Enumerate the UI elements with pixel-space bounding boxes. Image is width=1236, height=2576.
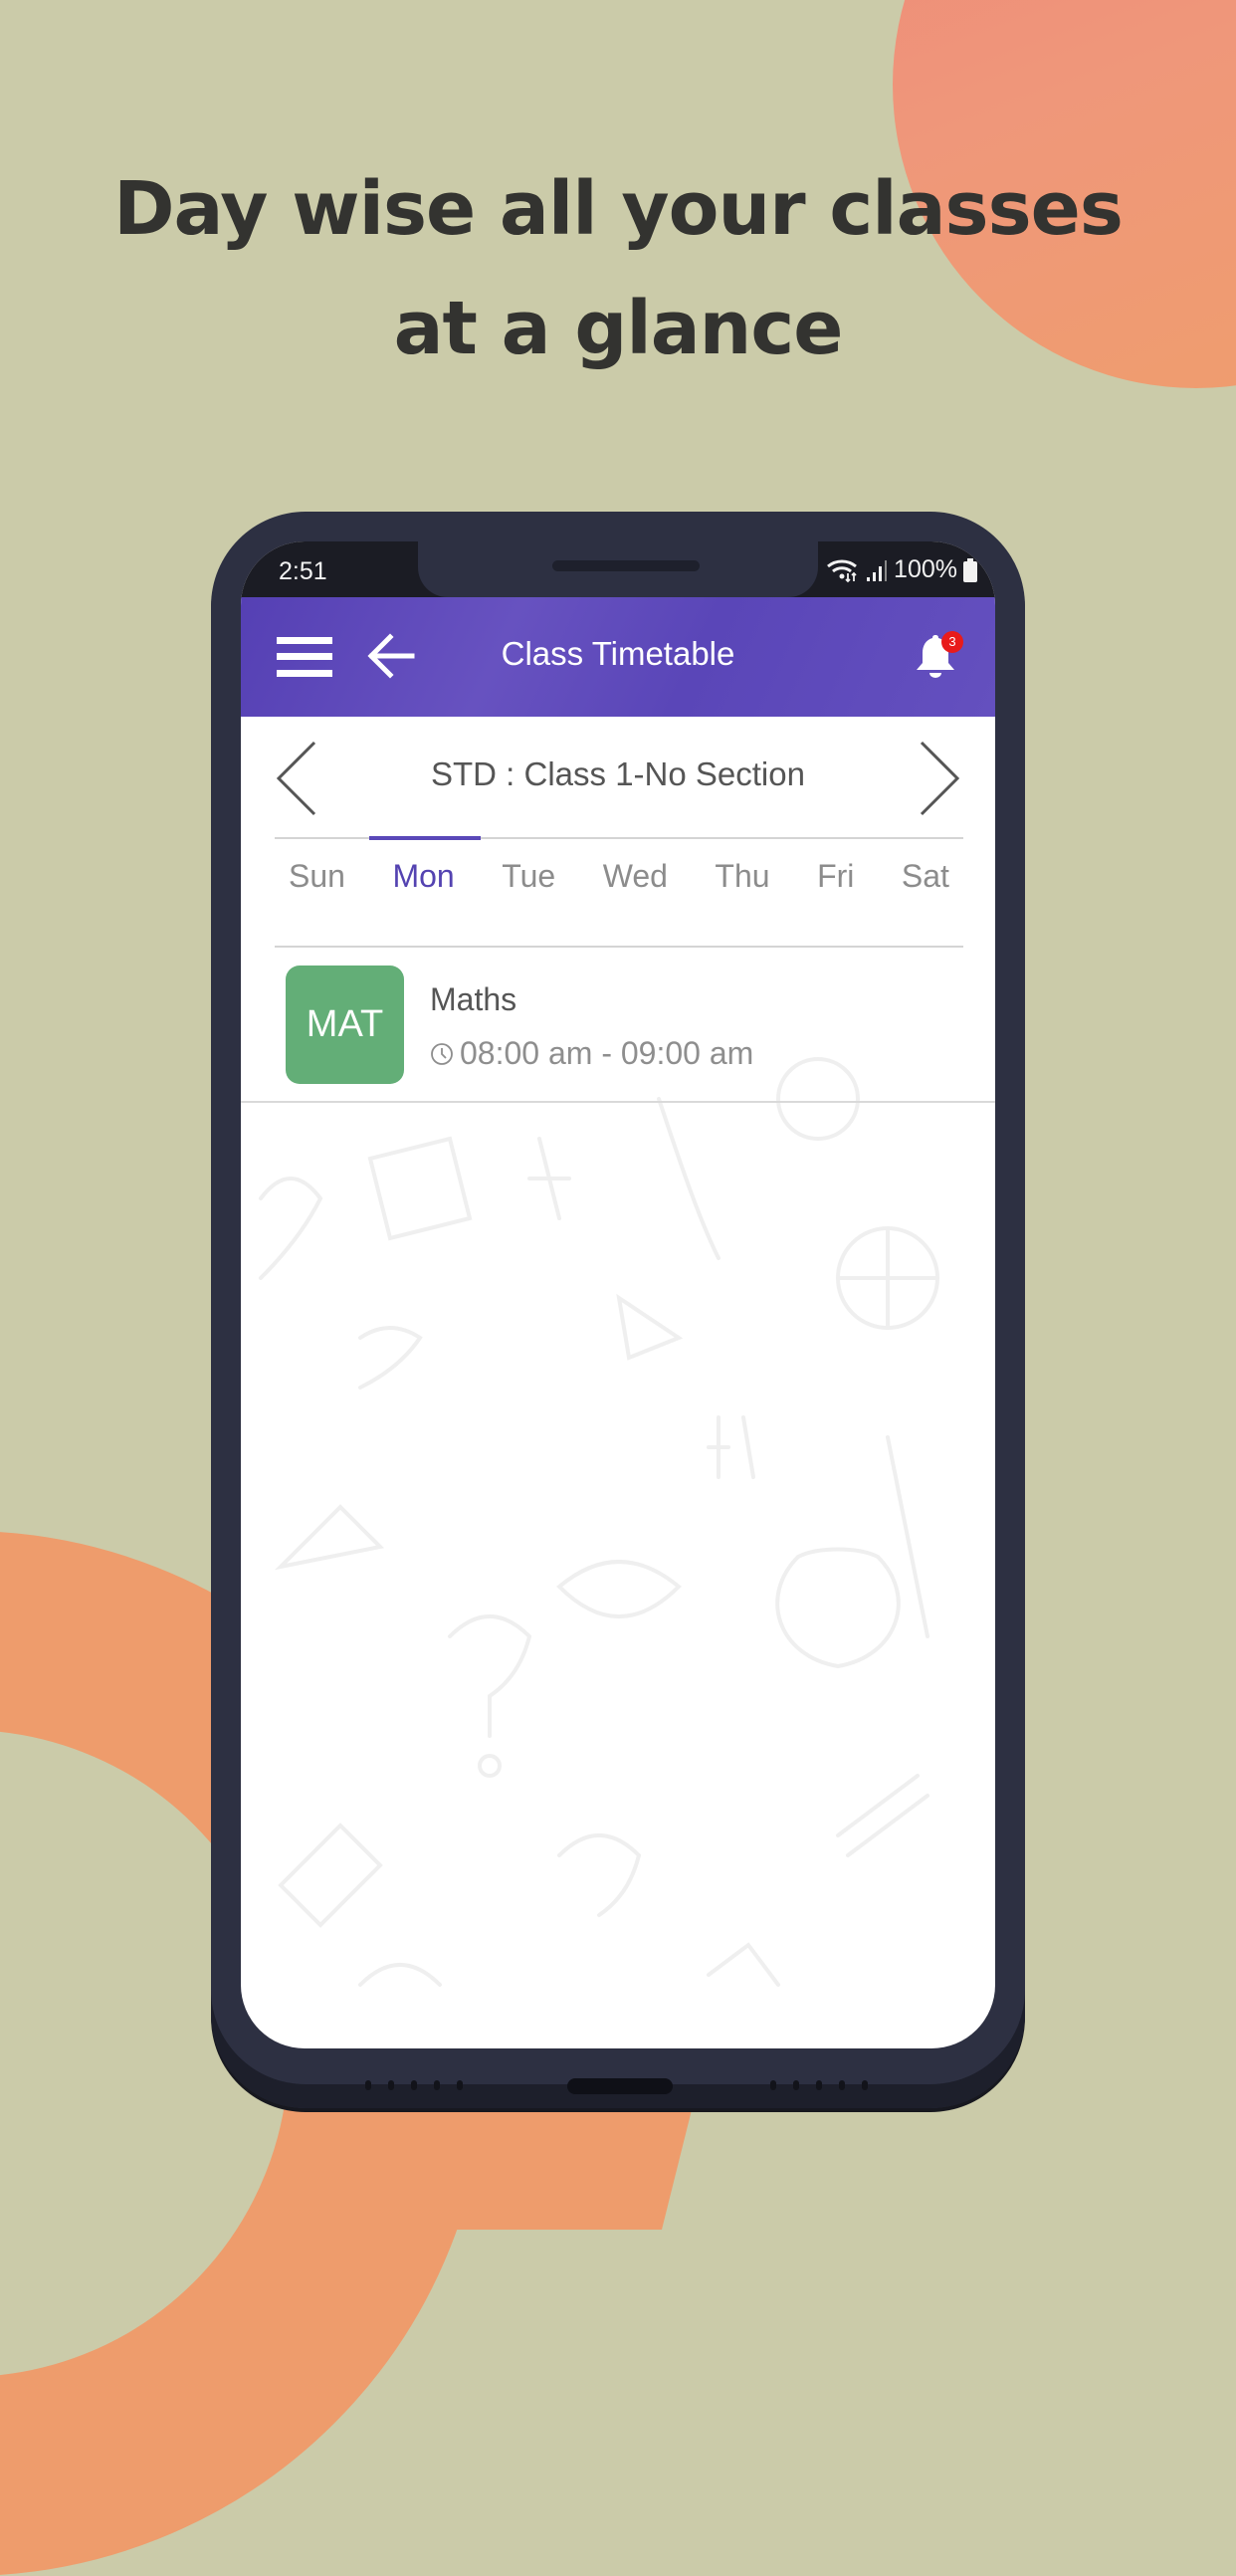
speaker-hole bbox=[434, 2080, 440, 2090]
tab-sun[interactable]: Sun bbox=[289, 858, 345, 918]
timetable-entry[interactable]: MAT Maths 08:00 am - 09:00 am bbox=[241, 948, 995, 1101]
page-title: Class Timetable bbox=[501, 635, 735, 672]
tab-wed[interactable]: Wed bbox=[603, 858, 668, 918]
day-tabs: Sun Mon Tue Wed Thu Fri Sat bbox=[275, 858, 963, 918]
promo-headline: Day wise all your classes at a glance bbox=[0, 149, 1236, 388]
next-class-button[interactable] bbox=[918, 741, 961, 816]
tab-tue[interactable]: Tue bbox=[502, 858, 555, 918]
battery-icon bbox=[963, 557, 977, 582]
phone-frame: 2:51 100% Class Timetable 3 STD: Class … bbox=[211, 512, 1025, 2108]
phone-bottom-grille bbox=[211, 2078, 1025, 2094]
clock-icon bbox=[431, 1042, 453, 1065]
speaker-hole bbox=[411, 2080, 417, 2090]
tab-thu[interactable]: Thu bbox=[715, 858, 769, 918]
notification-count-badge: 3 bbox=[941, 631, 963, 653]
speaker-hole bbox=[862, 2080, 868, 2090]
headline-line-2: at a glance bbox=[393, 286, 844, 371]
status-icons: 100% bbox=[826, 555, 977, 584]
entry-divider bbox=[241, 1101, 995, 1103]
class-section-label: STD : Class 1-No Section bbox=[431, 755, 805, 792]
chevron-right-icon bbox=[920, 741, 960, 816]
subject-name: Maths bbox=[430, 981, 517, 1017]
class-selector: STD : Class 1-No Section bbox=[241, 717, 995, 836]
signal-icon bbox=[867, 559, 888, 581]
app-bar: Class Timetable 3 bbox=[241, 597, 995, 717]
speaker-hole bbox=[816, 2080, 822, 2090]
status-time: 2:51 bbox=[279, 557, 327, 585]
subject-code-badge: MAT bbox=[286, 966, 404, 1084]
class-time: 08:00 am - 09:00 am bbox=[430, 1035, 753, 1072]
camera-notch bbox=[418, 541, 818, 597]
battery-percentage: 100% bbox=[894, 555, 957, 583]
earpiece-speaker bbox=[552, 560, 700, 571]
wifi-icon bbox=[827, 558, 858, 582]
speaker-hole bbox=[839, 2080, 845, 2090]
notifications-button[interactable]: 3 bbox=[914, 631, 963, 683]
class-time-range: 08:00 am - 09:00 am bbox=[460, 1035, 754, 1071]
headline-line-1: Day wise all your classes bbox=[113, 166, 1124, 252]
speaker-hole bbox=[457, 2080, 463, 2090]
tab-sat[interactable]: Sat bbox=[902, 858, 949, 918]
phone-screen: 2:51 100% Class Timetable 3 STD: Class … bbox=[241, 541, 995, 2048]
speaker-hole bbox=[388, 2080, 394, 2090]
tab-fri[interactable]: Fri bbox=[817, 858, 854, 918]
speaker-hole bbox=[365, 2080, 371, 2090]
charging-port bbox=[567, 2078, 673, 2094]
active-tab-indicator bbox=[369, 836, 481, 840]
tab-mon[interactable]: Mon bbox=[392, 858, 454, 918]
status-bar: 2:51 100% bbox=[241, 541, 995, 597]
speaker-hole bbox=[770, 2080, 776, 2090]
speaker-hole bbox=[793, 2080, 799, 2090]
